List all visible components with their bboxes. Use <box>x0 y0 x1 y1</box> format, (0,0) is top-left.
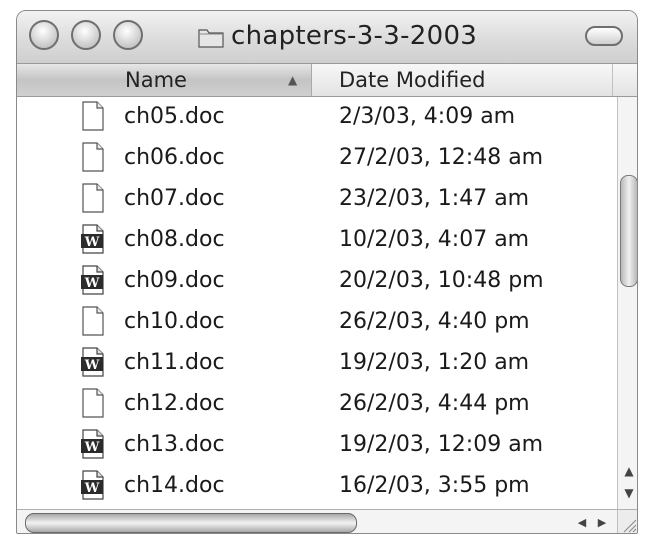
blank-document-icon <box>81 306 105 336</box>
file-name: ch05.doc <box>124 104 225 129</box>
resize-grip-icon[interactable] <box>617 509 637 533</box>
zoom-button[interactable] <box>113 20 143 50</box>
finder-window: chapters-3-3-2003 Name ▲ Date Modified c… <box>16 10 638 534</box>
file-list: ch05.doc 2/3/03, 4:09 am ch06.doc 27/2/03, … <box>17 97 615 509</box>
file-date-modified: 2/3/03, 4:09 am <box>339 104 516 129</box>
blank-document-icon <box>81 388 105 418</box>
toolbar-toggle-button[interactable] <box>585 26 623 46</box>
file-date-modified: 26/2/03, 4:40 pm <box>339 309 530 334</box>
file-row[interactable]: Wch11.doc 19/2/03, 1:20 am <box>17 343 615 384</box>
file-date-modified: 16/2/03, 3:55 pm <box>339 473 530 498</box>
svg-text:W: W <box>84 358 100 373</box>
file-name: ch14.doc <box>124 473 225 498</box>
vertical-scroll-thumb[interactable] <box>620 175 637 287</box>
svg-text:W: W <box>84 235 100 250</box>
file-row[interactable]: Wch14.doc 16/2/03, 3:55 pm <box>17 466 615 507</box>
scroll-right-arrow-icon[interactable]: ▶ <box>593 513 611 533</box>
svg-text:W: W <box>84 276 100 291</box>
name-column-header[interactable]: Name ▲ <box>17 64 312 96</box>
blank-document-icon <box>81 142 105 172</box>
file-name: ch09.doc <box>124 268 225 293</box>
file-name: ch06.doc <box>124 145 225 170</box>
file-row[interactable]: Wch08.doc 10/2/03, 4:07 am <box>17 220 615 261</box>
date-modified-column-label: Date Modified <box>339 68 486 92</box>
minimize-button[interactable] <box>71 20 101 50</box>
name-column-label: Name <box>125 68 187 92</box>
file-date-modified: 20/2/03, 10:48 pm <box>339 268 544 293</box>
file-name: ch11.doc <box>124 350 225 375</box>
file-date-modified: 27/2/03, 12:48 am <box>339 145 544 170</box>
title-bar[interactable]: chapters-3-3-2003 <box>17 11 637 64</box>
file-name: ch07.doc <box>124 186 225 211</box>
file-date-modified: 19/2/03, 1:20 am <box>339 350 530 375</box>
file-row[interactable]: ch12.doc 26/2/03, 4:44 pm <box>17 384 615 425</box>
close-button[interactable] <box>29 20 59 50</box>
window-title: chapters-3-3-2003 <box>231 21 478 51</box>
word-document-icon: W <box>81 470 105 500</box>
file-name: ch08.doc <box>124 227 225 252</box>
file-row[interactable]: Wch09.doc 20/2/03, 10:48 pm <box>17 261 615 302</box>
scroll-left-arrow-icon[interactable]: ◀ <box>573 513 591 533</box>
sort-ascending-icon: ▲ <box>288 73 298 87</box>
blank-document-icon <box>81 101 105 131</box>
svg-text:W: W <box>84 440 100 455</box>
file-name: ch12.doc <box>124 391 225 416</box>
date-modified-column-header[interactable]: Date Modified <box>313 64 613 96</box>
vertical-scrollbar[interactable]: ▲ ▼ <box>617 97 637 509</box>
horizontal-scroll-thumb[interactable] <box>25 513 357 533</box>
word-document-icon: W <box>81 265 105 295</box>
file-date-modified: 10/2/03, 4:07 am <box>339 227 530 252</box>
file-date-modified: 19/2/03, 12:09 am <box>339 432 544 457</box>
file-row[interactable]: Wch13.doc 19/2/03, 12:09 am <box>17 425 615 466</box>
file-row[interactable]: ch07.doc 23/2/03, 1:47 am <box>17 179 615 220</box>
file-row[interactable]: ch05.doc 2/3/03, 4:09 am <box>17 97 615 138</box>
scroll-down-arrow-icon[interactable]: ▼ <box>619 483 637 503</box>
file-name: ch10.doc <box>124 309 225 334</box>
file-name: ch13.doc <box>124 432 225 457</box>
file-date-modified: 23/2/03, 1:47 am <box>339 186 530 211</box>
column-header: Name ▲ Date Modified <box>17 64 637 97</box>
word-document-icon: W <box>81 347 105 377</box>
file-date-modified: 26/2/03, 4:44 pm <box>339 391 530 416</box>
folder-icon <box>198 29 224 48</box>
word-document-icon: W <box>81 429 105 459</box>
scroll-up-arrow-icon[interactable]: ▲ <box>619 461 637 481</box>
file-row[interactable]: ch10.doc 26/2/03, 4:40 pm <box>17 302 615 343</box>
file-row[interactable]: ch06.doc 27/2/03, 12:48 am <box>17 138 615 179</box>
svg-text:W: W <box>84 481 100 496</box>
horizontal-scrollbar[interactable]: ◀ ▶ <box>17 509 617 533</box>
blank-document-icon <box>81 183 105 213</box>
word-document-icon: W <box>81 224 105 254</box>
